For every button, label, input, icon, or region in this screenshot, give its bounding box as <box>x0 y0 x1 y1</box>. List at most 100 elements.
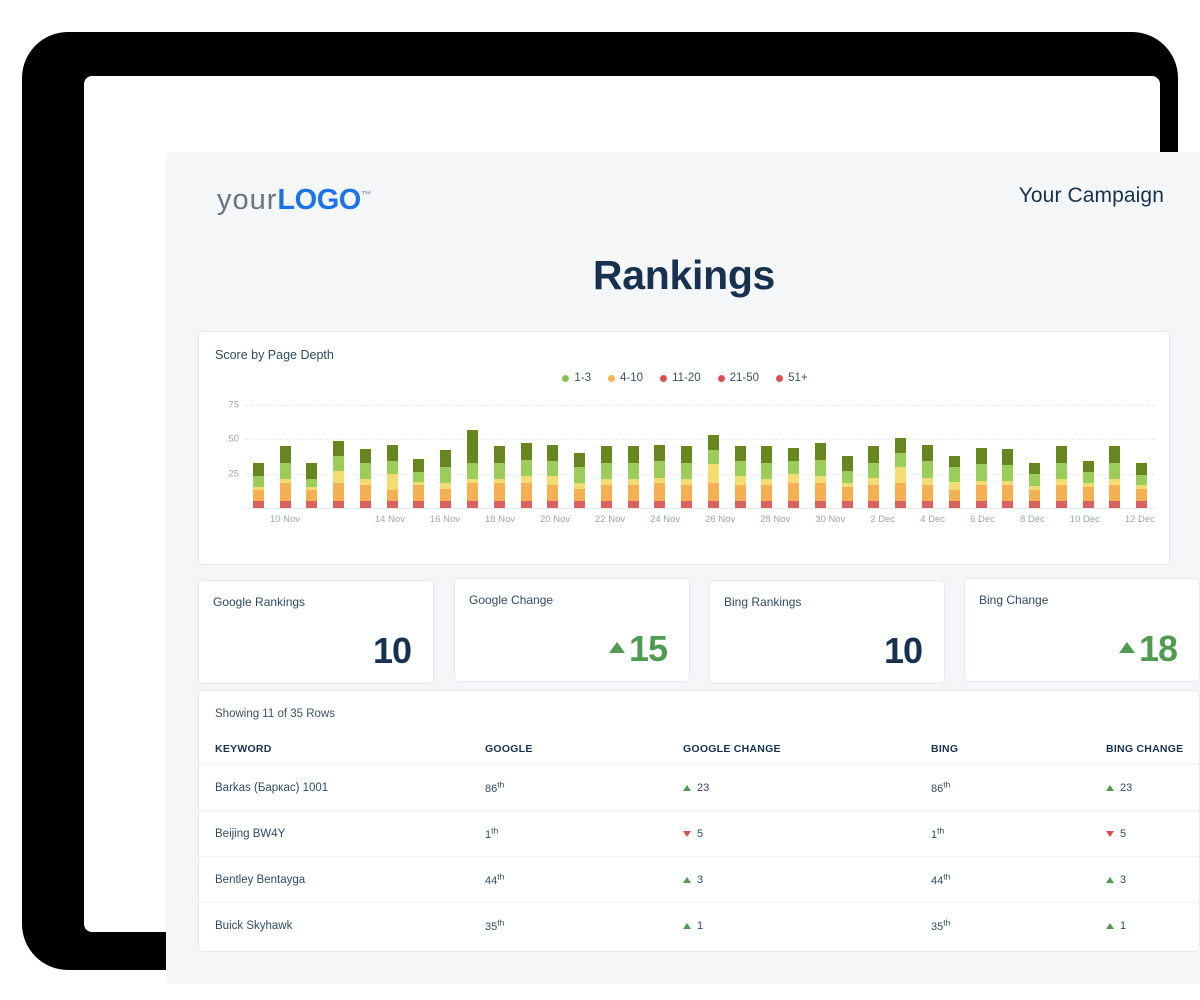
arrow-down-icon <box>1106 830 1114 837</box>
stat-card-google-change[interactable]: Google Change 15 <box>454 578 690 682</box>
bar-segment-4-10 <box>814 459 826 477</box>
stacked-bar[interactable] <box>922 444 934 508</box>
stacked-bar[interactable] <box>600 446 612 508</box>
bar-slot <box>887 437 914 508</box>
column-header-bing[interactable]: BING <box>931 743 1106 755</box>
showing-rows-label: Showing 11 of 35 Rows <box>215 708 335 720</box>
change-value: 23 <box>1120 781 1133 794</box>
x-axis-tick-label: 4 Dec <box>920 514 946 525</box>
bar-segment-4-10 <box>1029 473 1041 486</box>
bar-segment-21-50 <box>413 484 425 502</box>
stacked-bar[interactable] <box>333 440 345 508</box>
stacked-bar[interactable] <box>654 444 666 508</box>
page-title: Rankings <box>592 252 776 298</box>
table-row[interactable]: Beijing BW4Y 1th 5 1th 5 <box>199 811 1200 857</box>
stat-card-bing-change[interactable]: Bing Change 18 <box>964 578 1200 682</box>
bar-segment-1-3 <box>467 429 478 463</box>
column-header-bing-change[interactable]: BING CHANGE <box>1106 743 1200 755</box>
stacked-bar[interactable] <box>1002 448 1014 508</box>
legend-dot-icon <box>717 374 725 382</box>
stacked-bar[interactable] <box>574 453 586 508</box>
stat-value-wrap: 15 <box>608 631 668 667</box>
stacked-bar[interactable] <box>520 443 532 508</box>
stacked-bar[interactable] <box>279 446 291 508</box>
stacked-bar[interactable] <box>761 446 773 508</box>
stacked-bar[interactable] <box>734 446 746 508</box>
bar-slot <box>914 444 941 508</box>
stat-card-google-rankings[interactable]: Google Rankings 10 <box>198 580 434 684</box>
x-axis-tick-label: 20 Nov <box>540 514 571 525</box>
stacked-bar[interactable] <box>1082 461 1094 508</box>
arrow-up-icon <box>1118 641 1135 653</box>
table-row[interactable]: Barkas (Баркас) 1001 86th 23 86th 23 <box>199 765 1200 811</box>
stacked-bar[interactable] <box>467 429 478 508</box>
cell-bing-change-wrap: 3 <box>1106 874 1200 886</box>
bar-segment-4-10 <box>1136 475 1148 485</box>
x-axis-tick-label <box>680 514 705 525</box>
x-axis-tick-label <box>325 514 350 525</box>
legend-item-21-50[interactable]: 21-50 <box>717 372 759 384</box>
x-axis-tick-label: 22 Nov <box>595 514 626 525</box>
bar-segment-4-10 <box>761 462 773 480</box>
bar-segment-51+ <box>814 501 826 508</box>
stacked-bar[interactable] <box>359 448 371 508</box>
bar-segment-51+ <box>1109 501 1121 508</box>
bar-slot <box>379 444 406 508</box>
bar-segment-11-20 <box>922 477 934 485</box>
stacked-bar[interactable] <box>868 446 880 508</box>
stacked-bar[interactable] <box>386 444 398 508</box>
stat-label: Bing Rankings <box>724 595 802 609</box>
stacked-bar[interactable] <box>1109 446 1121 508</box>
bar-slot <box>861 446 888 508</box>
column-header-google[interactable]: GOOGLE <box>485 743 683 755</box>
stacked-bar[interactable] <box>547 444 559 508</box>
stacked-bar[interactable] <box>252 462 264 508</box>
bar-segment-51+ <box>734 501 746 508</box>
stacked-bar[interactable] <box>413 458 425 508</box>
bar-segment-51+ <box>252 501 264 508</box>
bar-slot <box>700 435 727 508</box>
bar-segment-11-20 <box>707 464 719 484</box>
stacked-bar[interactable] <box>1029 462 1041 508</box>
brand-logo[interactable]: yourLOGO™ <box>217 184 372 217</box>
stacked-bar[interactable] <box>306 462 318 508</box>
x-axis-tick-label: 10 Dec <box>1069 514 1100 525</box>
legend-item-11-20[interactable]: 11-20 <box>660 372 701 384</box>
stacked-bar[interactable] <box>948 455 960 508</box>
legend-item-51+[interactable]: 51+ <box>776 372 808 384</box>
bar-segment-1-3 <box>306 462 318 480</box>
bar-segment-4-10 <box>520 459 532 477</box>
bar-segment-51+ <box>386 501 398 508</box>
stacked-bar[interactable] <box>814 443 826 508</box>
stacked-bar[interactable] <box>707 435 719 508</box>
stacked-bar[interactable] <box>440 450 452 508</box>
bar-segment-51+ <box>493 501 505 508</box>
stacked-bar[interactable] <box>627 446 639 508</box>
stacked-bar[interactable] <box>681 446 693 508</box>
stacked-bar[interactable] <box>1136 462 1148 508</box>
column-header-keyword[interactable]: KEYWORD <box>199 743 485 755</box>
column-header-google-change[interactable]: GOOGLE CHANGE <box>683 743 931 755</box>
legend-item-1-3[interactable]: 1-3 <box>562 372 591 384</box>
stacked-bar[interactable] <box>841 455 853 508</box>
bar-segment-1-3 <box>681 446 693 463</box>
table-row[interactable]: Bentley Bentayga 44th 3 44th 3 <box>199 857 1200 903</box>
stacked-bar[interactable] <box>493 446 505 508</box>
bar-segment-21-50 <box>279 483 291 502</box>
stat-card-bing-rankings[interactable]: Bing Rankings 10 <box>709 580 945 684</box>
bar-slot <box>593 446 620 508</box>
bar-segment-21-50 <box>975 484 987 502</box>
x-axis-tick-label <box>245 514 270 525</box>
table-row[interactable]: Buick Skyhawk 35th 1 35th 1 <box>199 903 1200 949</box>
stacked-bar[interactable] <box>895 437 907 508</box>
bar-segment-51+ <box>520 501 532 508</box>
bar-segment-4-10 <box>1109 462 1121 480</box>
legend-item-4-10[interactable]: 4-10 <box>608 372 643 384</box>
stacked-bar[interactable] <box>788 447 800 508</box>
arrow-up-icon <box>1106 923 1114 929</box>
stacked-bar[interactable] <box>1055 446 1067 508</box>
bar-slot <box>272 446 299 508</box>
bar-segment-11-20 <box>386 473 398 491</box>
stacked-bar[interactable] <box>975 447 987 508</box>
bar-segment-51+ <box>333 501 345 508</box>
